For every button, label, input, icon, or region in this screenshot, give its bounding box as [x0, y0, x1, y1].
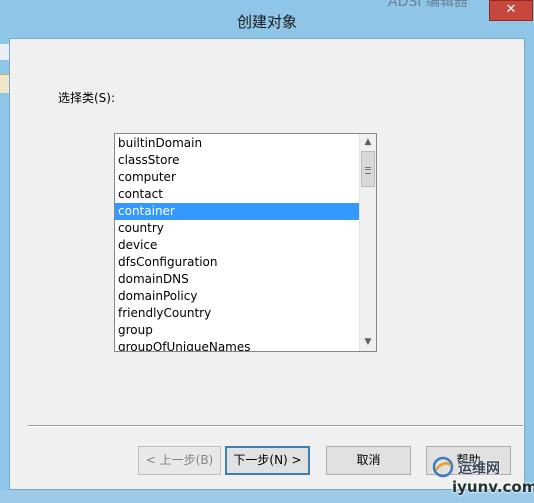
list-item[interactable]: container	[115, 203, 359, 220]
class-list: builtinDomain classStore computer contact co…	[115, 135, 359, 351]
close-button[interactable]: ✕	[489, 0, 533, 21]
scroll-thumb[interactable]	[361, 151, 375, 187]
background-folder-icon	[0, 74, 9, 93]
list-item[interactable]: friendlyCountry	[115, 305, 359, 322]
window-title: 创建对象	[236, 13, 297, 31]
class-listbox[interactable]: builtinDomain classStore computer contact co…	[114, 133, 377, 352]
select-class-label: 选择类(S):	[58, 91, 116, 105]
button-separator	[28, 425, 523, 427]
list-item[interactable]: country	[115, 220, 359, 237]
list-item[interactable]: group	[115, 322, 359, 339]
scroll-down-icon[interactable]: ▼	[360, 334, 376, 351]
list-item[interactable]: groupOfUniqueNames	[115, 339, 359, 351]
list-item[interactable]: device	[115, 237, 359, 254]
background-bottom-strip	[0, 490, 534, 503]
list-item[interactable]: domainDNS	[115, 271, 359, 288]
list-item[interactable]: classStore	[115, 152, 359, 169]
help-button[interactable]: 帮助	[426, 446, 511, 475]
title-bar[interactable]: 创建对象 ✕	[9, 0, 533, 38]
list-item[interactable]: dfsConfiguration	[115, 254, 359, 271]
vertical-scrollbar[interactable]: ▲ ▼	[359, 134, 376, 351]
list-item[interactable]: computer	[115, 169, 359, 186]
scroll-up-icon[interactable]: ▲	[360, 134, 376, 151]
cancel-button[interactable]: 取消	[326, 446, 411, 475]
grip-icon	[365, 167, 371, 174]
list-item[interactable]: contact	[115, 186, 359, 203]
background-left-strip	[0, 44, 9, 60]
next-button[interactable]: 下一步(N) >	[225, 446, 310, 475]
close-icon: ✕	[505, 2, 517, 17]
dialog-window: ADSI 编辑器 创建对象 ✕ 选择类(S): builtinDomain cla…	[0, 0, 534, 503]
list-item[interactable]: builtinDomain	[115, 135, 359, 152]
back-button[interactable]: < 上一步(B)	[138, 446, 221, 475]
list-item[interactable]: domainPolicy	[115, 288, 359, 305]
